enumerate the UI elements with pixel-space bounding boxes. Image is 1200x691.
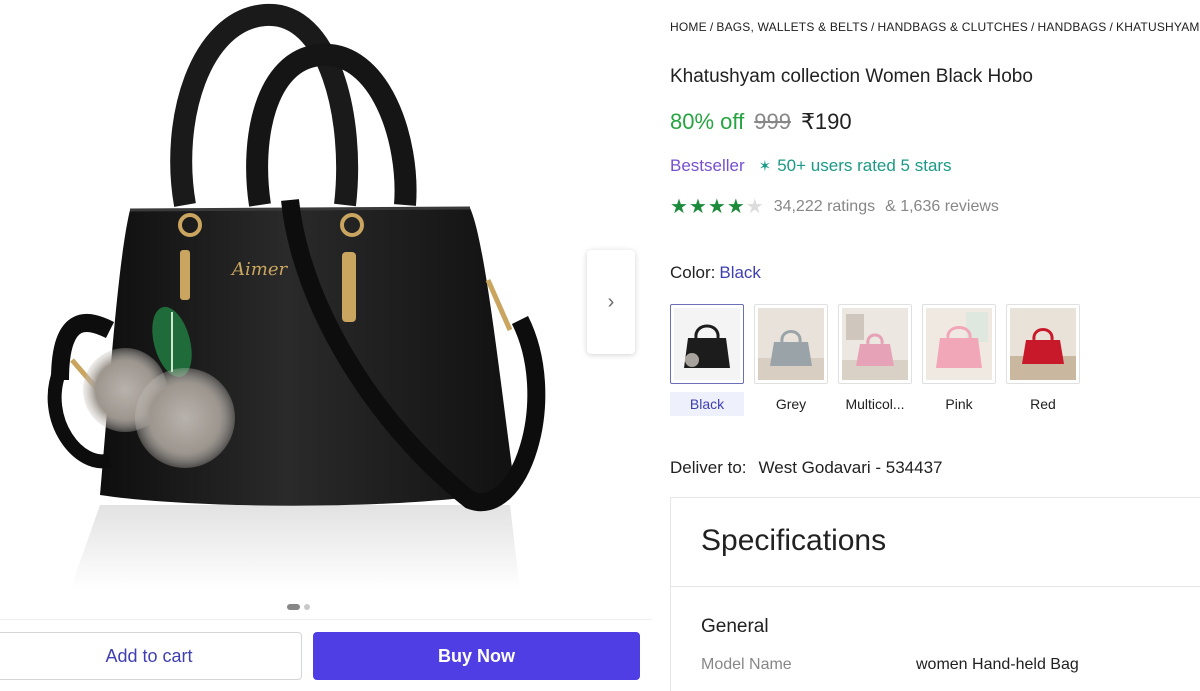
swatch-label: Red — [1030, 396, 1056, 412]
product-title: Khatushyam collection Women Black Hobo — [670, 66, 1033, 87]
svg-text:Aimer: Aimer — [230, 259, 288, 280]
ratings-row[interactable]: ★ ★ ★ ★ ★ 34,222 ratings & 1,636 reviews — [670, 197, 999, 217]
pagination-dot-active[interactable] — [287, 604, 300, 610]
top-rated-text: 50+ users rated 5 stars — [777, 156, 952, 175]
swatch-thumbnail — [1006, 304, 1080, 384]
price-row: 80% off 999 ₹190 — [670, 109, 852, 135]
swatch-label: Black — [670, 392, 744, 416]
swatch-label: Pink — [945, 396, 973, 412]
original-price: 999 — [754, 109, 791, 134]
color-swatches: Black Grey Multicol... Pink Red — [670, 304, 1080, 416]
divider — [671, 586, 1200, 587]
breadcrumb-item[interactable]: Home — [670, 20, 707, 34]
star-filled-icon: ★ — [726, 196, 745, 218]
color-swatch-black[interactable]: Black — [670, 304, 744, 416]
color-label: Color: Black — [670, 263, 761, 283]
chevron-right-icon: › — [607, 290, 615, 313]
spec-key: Model Name — [701, 656, 792, 673]
breadcrumb: Home / Bags, Wallets & Belts / Handbags & Cl… — [670, 20, 1200, 34]
top-rated-badge: ✶ 50+ users rated 5 stars — [759, 156, 952, 176]
color-swatch-multicolor[interactable]: Multicol... — [838, 304, 912, 416]
badge-row: Bestseller ✶ 50+ users rated 5 stars — [670, 156, 952, 176]
swatch-thumbnail — [922, 304, 996, 384]
spec-group-title: General — [701, 616, 769, 637]
swatch-thumbnail — [838, 304, 912, 384]
delivery-location[interactable]: Deliver to: West Godavari - 534437 — [670, 458, 943, 478]
bestseller-badge: Bestseller — [670, 156, 745, 175]
buy-now-button[interactable]: Buy Now — [313, 632, 640, 680]
breadcrumb-item[interactable]: Handbags & Clutches — [878, 20, 1029, 34]
image-pagination — [287, 604, 310, 610]
specifications-title: Specifications — [701, 524, 887, 557]
pagination-dot[interactable] — [304, 604, 310, 610]
spec-row: Model Name women Hand-held Bag — [701, 656, 1079, 674]
breadcrumb-item[interactable]: Handbags — [1038, 20, 1107, 34]
breadcrumb-separator: / — [1031, 20, 1035, 34]
specifications-card: Specifications General Model Name women … — [670, 497, 1200, 691]
breadcrumb-separator: / — [870, 20, 875, 34]
next-image-button[interactable]: › — [587, 250, 635, 354]
discount-percent: 80% off — [670, 109, 745, 134]
delivery-label: Deliver to: — [670, 458, 747, 477]
color-swatch-grey[interactable]: Grey — [754, 304, 828, 416]
breadcrumb-item[interactable]: Bags, Wallets & Belts — [716, 20, 868, 34]
breadcrumb-separator: / — [1109, 20, 1114, 34]
ratings-count: 34,222 ratings — [773, 198, 876, 215]
swatch-label: Grey — [775, 396, 807, 412]
reviews-count: & 1,636 reviews — [885, 198, 999, 215]
spec-value: women Hand-held Bag — [916, 656, 1079, 673]
star-empty-icon: ★ — [745, 196, 764, 218]
product-gallery: Aimer › Add to cart Buy Now — [0, 0, 655, 691]
star-filled-icon: ★ — [707, 196, 726, 218]
color-label-text: Color: — [670, 263, 716, 282]
star-badge-icon: ✶ — [758, 158, 772, 175]
breadcrumb-item[interactable]: Khatushyam C — [1116, 20, 1200, 34]
swatch-thumbnail — [754, 304, 828, 384]
star-filled-icon: ★ — [688, 196, 707, 218]
star-filled-icon: ★ — [670, 196, 688, 218]
delivery-address: West Godavari - 534437 — [758, 458, 943, 477]
selling-price: ₹190 — [800, 109, 852, 134]
swatch-thumbnail — [670, 304, 744, 384]
action-bar: Add to cart Buy Now — [0, 619, 652, 691]
color-swatch-pink[interactable]: Pink — [922, 304, 996, 416]
color-swatch-red[interactable]: Red — [1006, 304, 1080, 416]
product-image[interactable]: Aimer — [0, 0, 580, 595]
swatch-label: Multicol... — [845, 396, 905, 412]
product-details: Home / Bags, Wallets & Belts / Handbags & Cl… — [670, 0, 1200, 691]
add-to-cart-button[interactable]: Add to cart — [0, 632, 302, 680]
selected-color: Black — [719, 263, 761, 282]
rating-stars: ★ ★ ★ ★ ★ — [670, 197, 764, 217]
breadcrumb-separator: / — [709, 20, 714, 34]
